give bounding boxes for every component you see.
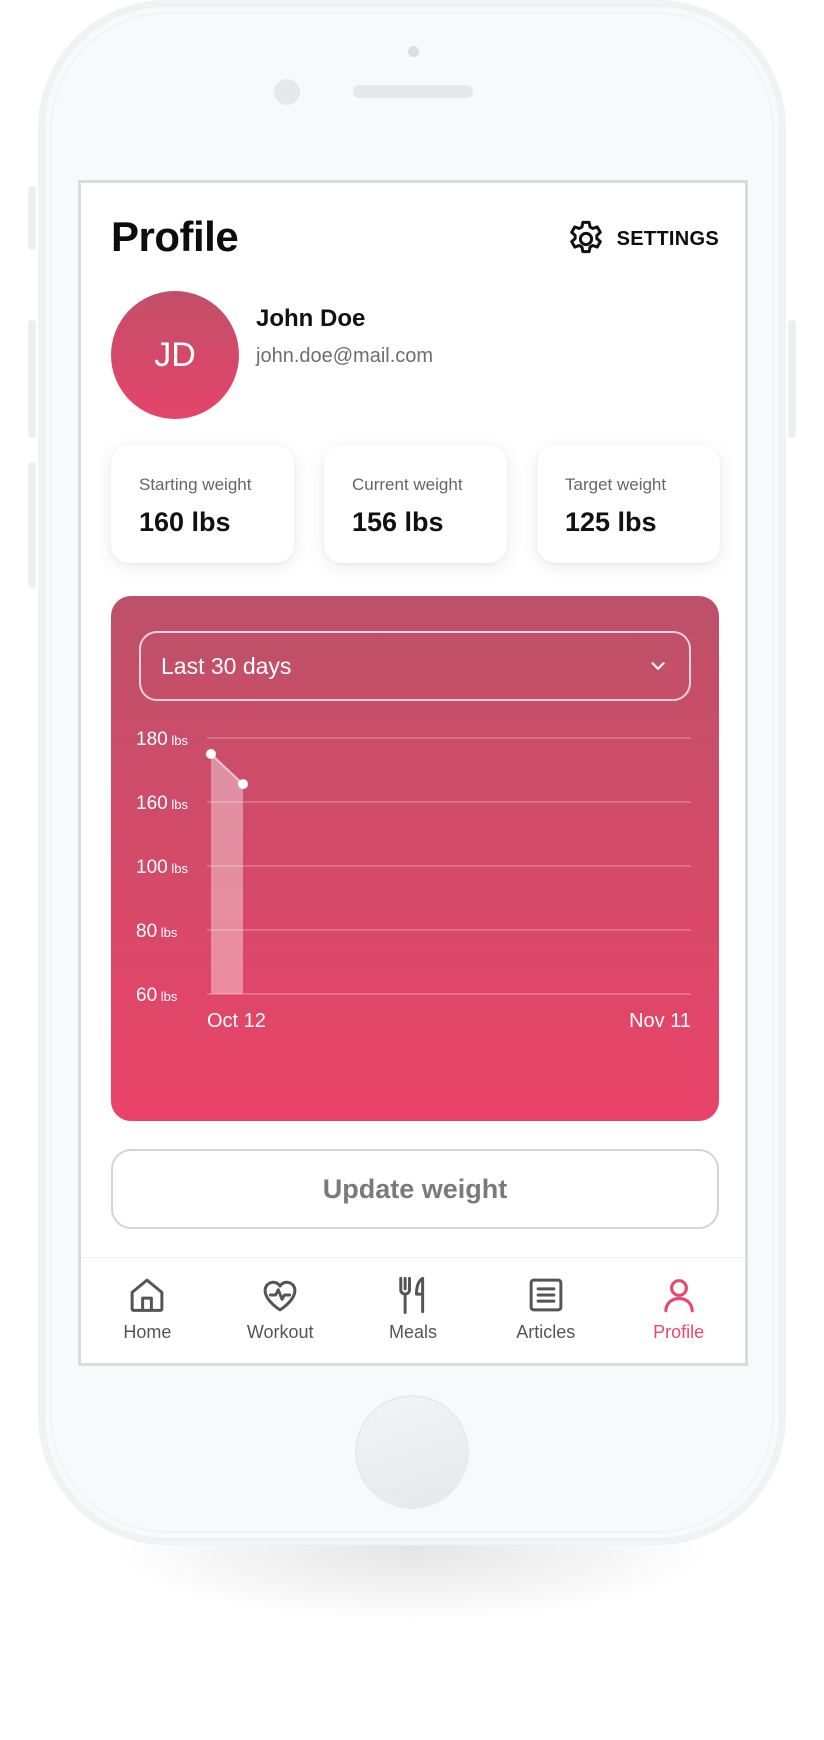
tab-label: Meals	[388, 1322, 437, 1342]
stat-value: 125 lbs	[565, 507, 657, 537]
user-icon	[663, 1279, 694, 1313]
weight-area	[211, 754, 243, 994]
y-tick-value: 60	[136, 985, 157, 1006]
volume-up-button	[28, 320, 36, 438]
heart-pulse-icon	[263, 1280, 297, 1312]
home-hardware-button[interactable]	[355, 1395, 469, 1509]
y-tick-unit: lbs	[168, 861, 189, 876]
chevron-down-icon	[651, 662, 665, 670]
avatar: JD	[111, 291, 239, 419]
tab-label: Home	[123, 1322, 172, 1342]
y-tick-value: 160	[136, 793, 168, 814]
data-point	[206, 749, 216, 759]
app-screen: Profile SETTINGS JD John Doe john.doe@ma…	[78, 180, 748, 1366]
volume-down-button	[28, 462, 36, 588]
y-tick-value: 180	[136, 729, 168, 750]
tab-meals[interactable]: Meals	[347, 1258, 480, 1363]
y-tick-label: 180 lbs	[136, 729, 188, 750]
stat-value: 156 lbs	[352, 507, 444, 537]
gear-icon	[569, 220, 602, 254]
stat-value: 160 lbs	[139, 507, 231, 537]
target-weight-card: Target weight 125 lbs	[537, 445, 720, 563]
y-tick-unit: lbs	[168, 733, 189, 748]
page-title: Profile	[111, 213, 239, 260]
user-name: John Doe	[256, 305, 366, 332]
tab-label: Articles	[516, 1322, 576, 1342]
tab-workout[interactable]: Workout	[214, 1258, 347, 1363]
home-icon	[131, 1278, 164, 1312]
y-tick-unit: lbs	[168, 797, 189, 812]
power-button	[788, 320, 796, 438]
tab-articles[interactable]: Articles	[479, 1258, 612, 1363]
y-tick-value: 80	[136, 921, 157, 942]
current-weight-card: Current weight 156 lbs	[324, 445, 507, 563]
tab-label: Profile	[653, 1322, 705, 1342]
earpiece-speaker	[353, 85, 473, 98]
sensor-dot	[408, 46, 419, 57]
data-point	[238, 779, 248, 790]
fork-knife-icon	[399, 1276, 425, 1314]
y-tick-label: 80 lbs	[136, 921, 178, 942]
y-tick-unit: lbs	[157, 989, 178, 1004]
x-tick-label: Nov 11	[629, 1010, 691, 1032]
period-select-value: Last 30 days	[161, 652, 292, 679]
tab-bar: Home Workout Meals Articles Profile	[81, 1257, 745, 1363]
y-tick-value: 100	[136, 857, 168, 878]
update-weight-button[interactable]: Update weight	[111, 1149, 719, 1229]
x-tick-label: Oct 12	[207, 1010, 266, 1032]
stat-label: Starting weight	[139, 475, 252, 494]
article-icon	[529, 1278, 563, 1312]
weight-chart-card: 180 lbs 160 lbs 100 lbs 80 lbs 60 lbs Oct 12 N…	[111, 596, 719, 1121]
tab-profile[interactable]: Profile	[612, 1258, 745, 1363]
settings-button[interactable]: SETTINGS	[565, 217, 719, 261]
y-tick-label: 160 lbs	[136, 793, 188, 814]
period-select[interactable]: Last 30 days	[139, 631, 691, 701]
user-email: john.doe@mail.com	[256, 345, 434, 367]
y-tick-label: 60 lbs	[136, 985, 178, 1006]
stat-label: Current weight	[352, 475, 463, 494]
starting-weight-card: Starting weight 160 lbs	[111, 445, 294, 563]
y-tick-unit: lbs	[157, 925, 178, 940]
front-camera	[274, 79, 300, 105]
tab-label: Workout	[246, 1322, 314, 1342]
tab-home[interactable]: Home	[81, 1258, 214, 1363]
stat-label: Target weight	[565, 475, 667, 494]
y-tick-label: 100 lbs	[136, 857, 188, 878]
settings-label: SETTINGS	[616, 227, 719, 250]
mute-switch	[28, 186, 36, 250]
